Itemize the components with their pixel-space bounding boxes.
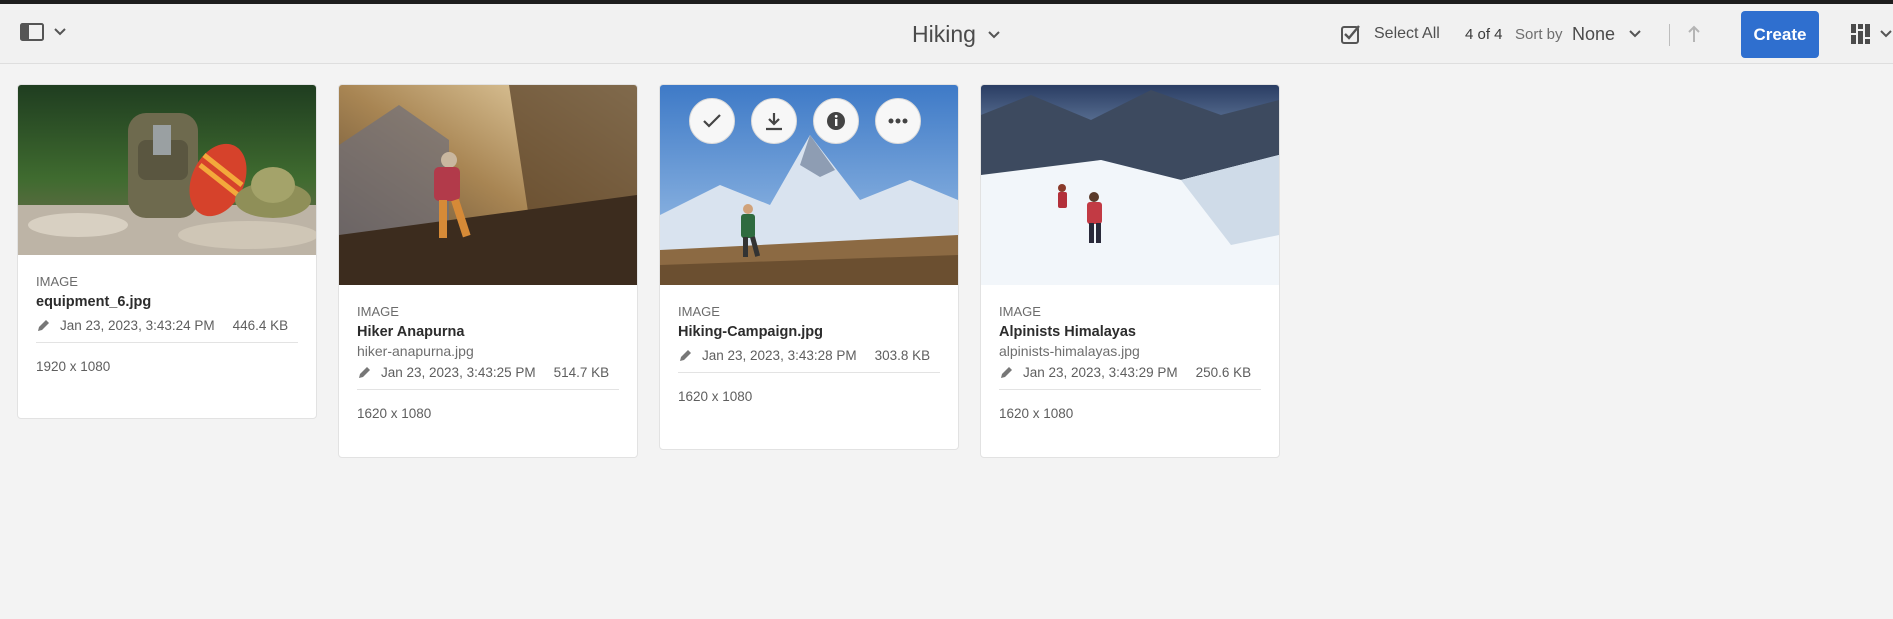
create-button[interactable]: Create <box>1741 11 1819 58</box>
select-all-checkbox-icon <box>1341 25 1360 44</box>
asset-title[interactable]: equipment_6.jpg <box>36 294 298 310</box>
view-switcher[interactable] <box>1850 4 1892 64</box>
asset-title[interactable]: Hiker Anapurna <box>357 324 619 340</box>
asset-card[interactable]: IMAGE Alpinists Himalayas alpinists-hima… <box>980 84 1280 458</box>
edit-pencil-icon <box>38 319 49 331</box>
asset-meta: Jan 23, 2023, 3:43:24 PM 446.4 KB <box>36 318 298 343</box>
chevron-down-icon <box>988 30 1000 38</box>
asset-dimensions: 1620 x 1080 <box>357 406 432 421</box>
select-quick-action[interactable] <box>689 98 735 144</box>
download-quick-action[interactable] <box>751 98 797 144</box>
page-title: Hiking <box>912 21 976 47</box>
sort-direction-arrow-icon <box>1688 25 1700 42</box>
sidebar-toggle-icon <box>20 23 44 41</box>
asset-type: IMAGE <box>36 274 78 289</box>
check-icon <box>703 114 721 128</box>
grid-view-icon <box>1851 24 1870 44</box>
asset-card[interactable]: IMAGE Hiker Anapurna hiker-anapurna.jpg … <box>338 84 638 458</box>
asset-file-size: 303.8 KB <box>874 348 931 363</box>
asset-file-size: 446.4 KB <box>232 318 289 333</box>
asset-dimensions: 1620 x 1080 <box>678 389 753 404</box>
edit-pencil-icon <box>359 366 370 378</box>
toolbar-divider <box>1669 24 1670 46</box>
asset-file-size: 514.7 KB <box>553 365 610 380</box>
info-icon <box>827 112 845 130</box>
asset-meta: Jan 23, 2023, 3:43:25 PM 514.7 KB <box>357 365 619 390</box>
select-all-label: Select All <box>1374 25 1440 42</box>
chevron-down-icon <box>1880 30 1892 38</box>
chevron-down-icon <box>1629 30 1641 38</box>
asset-meta: Jan 23, 2023, 3:43:28 PM 303.8 KB <box>678 348 940 373</box>
select-all-button[interactable]: Select All <box>1340 4 1440 64</box>
edit-pencil-icon <box>680 349 691 361</box>
asset-type: IMAGE <box>357 304 399 319</box>
sort-by-label: Sort by <box>1515 25 1563 43</box>
rail-toggle-button[interactable] <box>20 22 66 42</box>
toolbar: Hiking Select All 4 of 4 Sort by None Cr… <box>0 4 1893 64</box>
sort-select[interactable]: None <box>1572 4 1641 64</box>
edit-pencil-icon <box>1001 366 1012 378</box>
asset-card[interactable]: IMAGE equipment_6.jpg Jan 23, 2023, 3:43… <box>17 84 317 419</box>
asset-modified-date: Jan 23, 2023, 3:43:29 PM <box>1023 365 1178 380</box>
asset-modified-date: Jan 23, 2023, 3:43:24 PM <box>60 318 215 333</box>
asset-thumbnail[interactable] <box>18 85 316 255</box>
asset-file-size: 250.6 KB <box>1195 365 1252 380</box>
asset-type: IMAGE <box>999 304 1041 319</box>
chevron-down-icon <box>54 28 66 36</box>
more-actions-quick-action[interactable] <box>875 98 921 144</box>
more-icon <box>888 118 908 124</box>
asset-dimensions: 1920 x 1080 <box>36 359 111 374</box>
asset-thumbnail[interactable] <box>981 85 1279 285</box>
info-quick-action[interactable] <box>813 98 859 144</box>
asset-modified-date: Jan 23, 2023, 3:43:25 PM <box>381 365 536 380</box>
sort-value: None <box>1572 23 1616 44</box>
sort-direction-button[interactable] <box>1687 4 1701 64</box>
item-count: 4 of 4 <box>1465 25 1503 43</box>
asset-title[interactable]: Alpinists Himalayas <box>999 324 1261 340</box>
asset-type: IMAGE <box>678 304 720 319</box>
download-icon <box>766 113 782 131</box>
asset-modified-date: Jan 23, 2023, 3:43:28 PM <box>702 348 857 363</box>
asset-dimensions: 1620 x 1080 <box>999 406 1074 421</box>
asset-meta: Jan 23, 2023, 3:43:29 PM 250.6 KB <box>999 365 1261 390</box>
asset-card[interactable]: IMAGE Hiking-Campaign.jpg Jan 23, 2023, … <box>659 84 959 450</box>
asset-filename: alpinists-himalayas.jpg <box>999 343 1140 359</box>
asset-title[interactable]: Hiking-Campaign.jpg <box>678 324 940 340</box>
asset-filename: hiker-anapurna.jpg <box>357 343 474 359</box>
asset-thumbnail[interactable] <box>339 85 637 285</box>
collection-title-dropdown[interactable]: Hiking <box>912 21 1000 48</box>
